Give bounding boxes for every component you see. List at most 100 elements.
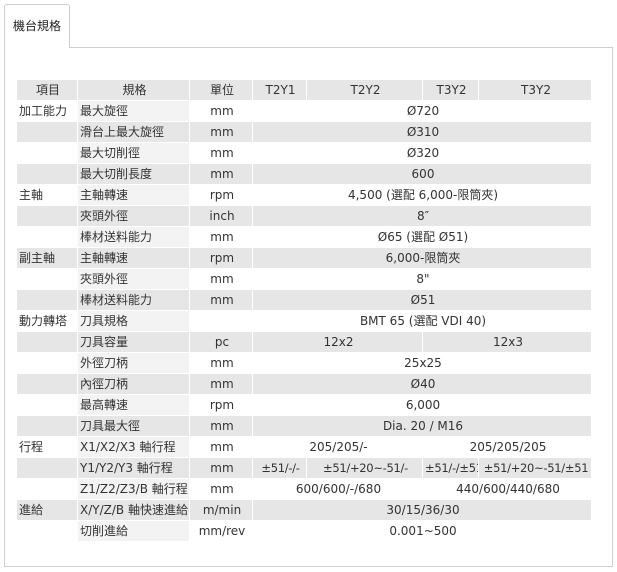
category-cell bbox=[16, 142, 78, 164]
spec-name-cell: 棒材送料能力 bbox=[77, 289, 190, 311]
unit-cell bbox=[189, 310, 253, 332]
column-header: 規格 bbox=[77, 79, 190, 101]
value-cell: 205/205/- bbox=[252, 436, 423, 458]
unit-cell: mm bbox=[189, 100, 253, 122]
column-header: T2Y2 bbox=[306, 79, 423, 101]
table-row: 進給 X/Y/Z/B 軸快速進給 m/min 30/15/36/30 bbox=[16, 499, 592, 521]
spec-name-cell: X/Y/Z/B 軸快速進給 bbox=[77, 499, 190, 521]
category-cell bbox=[16, 205, 78, 227]
unit-cell: mm bbox=[189, 415, 253, 437]
table-row: 最高轉速 rpm 6,000 bbox=[16, 394, 592, 416]
column-header: T3Y2 bbox=[422, 79, 479, 101]
category-cell: 主軸 bbox=[16, 184, 78, 206]
value-cell: 6,000 bbox=[252, 394, 592, 416]
value-cell: 30/15/36/30 bbox=[252, 499, 592, 521]
unit-cell: mm bbox=[189, 163, 253, 185]
value-cell: 600/600/-/680 bbox=[252, 478, 423, 500]
unit-cell: mm bbox=[189, 373, 253, 395]
table-row: 加工能力 最大旋徑 mm Ø720 bbox=[16, 100, 592, 122]
tab-bar: 機台規格 bbox=[0, 0, 617, 48]
spec-name-cell: 刀具容量 bbox=[77, 331, 190, 353]
value-cell: ±51/-/- bbox=[252, 457, 307, 479]
value-cell: 12x2 bbox=[252, 331, 423, 353]
value-cell: 600 bbox=[252, 163, 592, 185]
category-cell bbox=[16, 268, 78, 290]
value-cell: Ø310 bbox=[252, 121, 592, 143]
table-row: 動力轉塔 刀具規格 BMT 65 (選配 VDI 40) bbox=[16, 310, 592, 332]
spec-name-cell: 最大切削長度 bbox=[77, 163, 190, 185]
spec-name-cell: 外徑刀柄 bbox=[77, 352, 190, 374]
value-cell: 8" bbox=[252, 268, 592, 290]
unit-cell: mm bbox=[189, 142, 253, 164]
table-row: 最大切削長度 mm 600 bbox=[16, 163, 592, 185]
spec-name-cell: 內徑刀柄 bbox=[77, 373, 190, 395]
value-cell: Dia. 20 / M16 bbox=[252, 415, 592, 437]
table-row: Z1/Z2/Z3/B 軸行程 mm 600/600/-/680 440/600/440… bbox=[16, 478, 592, 500]
category-cell: 副主軸 bbox=[16, 247, 78, 269]
spec-name-cell: 刀具規格 bbox=[77, 310, 190, 332]
column-header: T3Y2 bbox=[478, 79, 592, 101]
column-header: 單位 bbox=[189, 79, 253, 101]
spec-name-cell: 主軸轉速 bbox=[77, 184, 190, 206]
category-cell bbox=[16, 352, 78, 374]
category-cell bbox=[16, 163, 78, 185]
value-cell: 205/205/205 bbox=[422, 436, 592, 458]
table-row: 行程 X1/X2/X3 軸行程 mm 205/205/- 205/205/205 bbox=[16, 436, 592, 458]
category-cell bbox=[16, 478, 78, 500]
value-cell: 12x3 bbox=[422, 331, 592, 353]
unit-cell: pc bbox=[189, 331, 253, 353]
table-row: Y1/Y2/Y3 軸行程 mm ±51/-/- ±51/+20~-51/- ±51/-/… bbox=[16, 457, 592, 479]
value-cell: Ø320 bbox=[252, 142, 592, 164]
table-row: 夾頭外徑 mm 8" bbox=[16, 268, 592, 290]
column-header: T2Y1 bbox=[252, 79, 307, 101]
unit-cell: mm bbox=[189, 289, 253, 311]
table-row: 刀具容量 pc 12x2 12x3 bbox=[16, 331, 592, 353]
value-cell: Ø51 bbox=[252, 289, 592, 311]
value-cell: ±51/+20~-51/±51 bbox=[478, 457, 592, 479]
unit-cell: mm/rev bbox=[189, 520, 253, 542]
tab-machine-specs[interactable]: 機台規格 bbox=[4, 4, 70, 48]
unit-cell: inch bbox=[189, 205, 253, 227]
spec-name-cell: 最大切削徑 bbox=[77, 142, 190, 164]
table-row: 外徑刀柄 mm 25x25 bbox=[16, 352, 592, 374]
unit-cell: mm bbox=[189, 226, 253, 248]
table-header-row: 項目 規格 單位 T2Y1 T2Y2 T3Y2 T3Y2 bbox=[16, 79, 592, 101]
value-cell: Ø65 (選配 Ø51) bbox=[252, 226, 592, 248]
category-cell bbox=[16, 373, 78, 395]
table-row: 夾頭外徑 inch 8″ bbox=[16, 205, 592, 227]
value-cell: 6,000-限筒夾 bbox=[252, 247, 592, 269]
table-row: 刀具最大徑 mm Dia. 20 / M16 bbox=[16, 415, 592, 437]
spec-name-cell: X1/X2/X3 軸行程 bbox=[77, 436, 190, 458]
category-cell: 加工能力 bbox=[16, 100, 78, 122]
spec-name-cell: 夾頭外徑 bbox=[77, 268, 190, 290]
unit-cell: mm bbox=[189, 436, 253, 458]
category-cell bbox=[16, 415, 78, 437]
category-cell bbox=[16, 121, 78, 143]
spec-name-cell: 夾頭外徑 bbox=[77, 205, 190, 227]
spec-name-cell: Z1/Z2/Z3/B 軸行程 bbox=[77, 478, 190, 500]
category-cell: 進給 bbox=[16, 499, 78, 521]
category-cell bbox=[16, 226, 78, 248]
value-cell: ±51/-/±51 bbox=[422, 457, 479, 479]
category-cell bbox=[16, 289, 78, 311]
value-cell: 440/600/440/680 bbox=[422, 478, 592, 500]
category-cell bbox=[16, 394, 78, 416]
unit-cell: mm bbox=[189, 457, 253, 479]
unit-cell: mm bbox=[189, 478, 253, 500]
unit-cell: mm bbox=[189, 121, 253, 143]
table-row: 副主軸 主軸轉速 rpm 6,000-限筒夾 bbox=[16, 247, 592, 269]
table-row: 棒材送料能力 mm Ø51 bbox=[16, 289, 592, 311]
table-row: 內徑刀柄 mm Ø40 bbox=[16, 373, 592, 395]
unit-cell: mm bbox=[189, 268, 253, 290]
table-row: 棒材送料能力 mm Ø65 (選配 Ø51) bbox=[16, 226, 592, 248]
spec-name-cell: 滑台上最大旋徑 bbox=[77, 121, 190, 143]
table-row: 切削進給 mm/rev 0.001~500 bbox=[16, 520, 592, 542]
spec-table: 項目 規格 單位 T2Y1 T2Y2 T3Y2 T3Y2 加工能力 最大旋徑 mm Ø720 滑台上最… bbox=[16, 79, 592, 542]
spec-name-cell: 最大旋徑 bbox=[77, 100, 190, 122]
table-row: 滑台上最大旋徑 mm Ø310 bbox=[16, 121, 592, 143]
value-cell: 25x25 bbox=[252, 352, 592, 374]
spec-name-cell: 最高轉速 bbox=[77, 394, 190, 416]
value-cell: BMT 65 (選配 VDI 40) bbox=[252, 310, 592, 332]
spec-name-cell: 主軸轉速 bbox=[77, 247, 190, 269]
category-cell: 動力轉塔 bbox=[16, 310, 78, 332]
